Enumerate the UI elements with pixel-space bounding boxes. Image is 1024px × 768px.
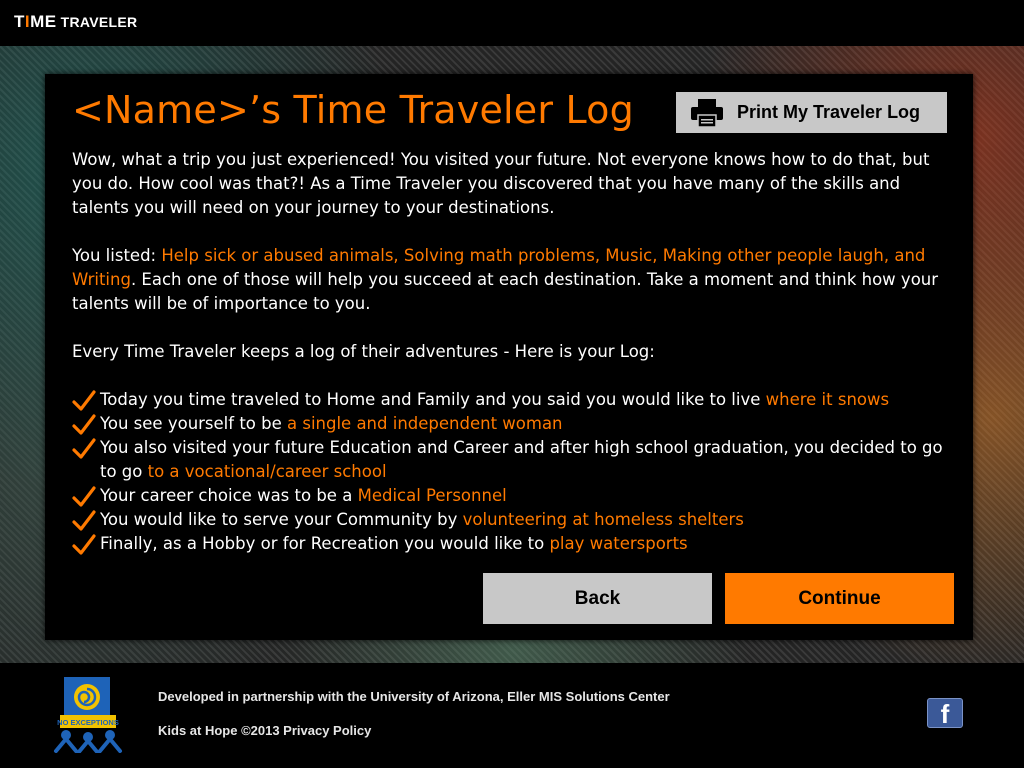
checkmark-icon: [72, 486, 96, 507]
logo-subtext: TRAVELER: [60, 14, 138, 30]
log-content: Wow, what a trip you just experienced! Y…: [72, 148, 957, 556]
printer-icon: [690, 98, 724, 128]
checkmark-icon: [72, 390, 96, 411]
kids-at-hope-logo[interactable]: NO EXCEPTIONS: [52, 675, 124, 755]
print-log-button[interactable]: Print My Traveler Log: [676, 92, 947, 133]
badge-text: NO EXCEPTIONS: [57, 718, 119, 727]
log-item-choice: a single and independent woman: [287, 414, 563, 433]
log-item: Finally, as a Hobby or for Recreation yo…: [72, 532, 957, 556]
top-bar: TIME TRAVELER: [0, 0, 1024, 46]
logo-letter-t: T: [14, 12, 25, 31]
log-item: You also visited your future Education a…: [72, 436, 957, 484]
print-button-label: Print My Traveler Log: [737, 102, 921, 122]
log-item-choice: Medical Personnel: [357, 486, 507, 505]
log-item-choice: to a vocational/career school: [147, 462, 387, 481]
log-item-choice: play watersports: [549, 534, 688, 553]
log-item-choice: where it snows: [765, 390, 890, 409]
back-button[interactable]: Back: [483, 573, 712, 624]
log-item: You would like to serve your Community b…: [72, 508, 957, 532]
log-panel: <Name>’s Time Traveler Log Print My Trav…: [45, 74, 973, 640]
page-title: <Name>’s Time Traveler Log: [72, 88, 634, 132]
talents-suffix: . Each one of those will help you succee…: [72, 270, 939, 313]
footer: NO EXCEPTIONS Developed in partnership w…: [0, 663, 1024, 768]
copyright-privacy-link[interactable]: Kids at Hope ©2013 Privacy Policy: [158, 723, 371, 738]
intro-paragraph: Wow, what a trip you just experienced! Y…: [72, 150, 930, 217]
log-item: Your career choice was to be a Medical P…: [72, 484, 957, 508]
log-item: Today you time traveled to Home and Fami…: [72, 388, 957, 412]
checkmark-icon: [72, 414, 96, 435]
app-logo[interactable]: TIME TRAVELER: [14, 12, 137, 32]
talents-paragraph: You listed: Help sick or abused animals,…: [72, 244, 957, 316]
checkmark-icon: [72, 510, 96, 531]
logo-letters-me: ME: [30, 12, 57, 31]
checkmark-icon: [72, 534, 96, 555]
facebook-icon[interactable]: f: [927, 698, 963, 728]
log-item-choice: volunteering at homeless shelters: [462, 510, 744, 529]
partnership-text: Developed in partnership with the Univer…: [158, 689, 670, 704]
continue-button[interactable]: Continue: [725, 573, 954, 624]
talents-prefix: You listed:: [72, 246, 162, 265]
checkmark-icon: [72, 438, 96, 459]
log-item: You see yourself to be a single and inde…: [72, 412, 957, 436]
log-list: Today you time traveled to Home and Fami…: [72, 388, 957, 556]
log-intro: Every Time Traveler keeps a log of their…: [72, 342, 655, 361]
